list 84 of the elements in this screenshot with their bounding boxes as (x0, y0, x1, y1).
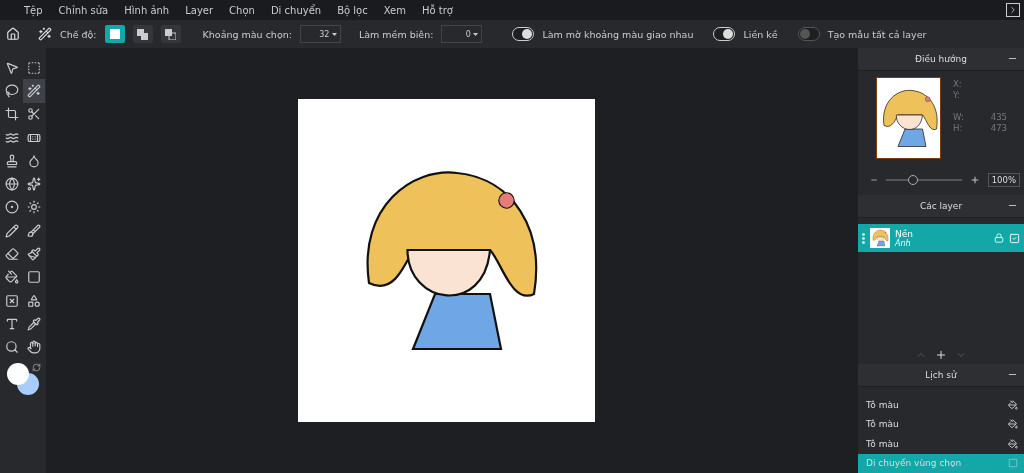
toggle-label: Liền kề (743, 28, 778, 40)
zoom-field[interactable]: 100% (987, 173, 1020, 187)
toggle-label: Tạo mẫu tất cả layer (827, 28, 927, 40)
caret-icon (331, 32, 337, 36)
menu-item[interactable]: Bộ lọc (329, 4, 376, 16)
foreground-color-swatch[interactable] (7, 362, 29, 385)
subtract-squares-icon (165, 28, 177, 40)
layer-type: Ảnh (895, 238, 912, 248)
dashed-square-icon (1008, 458, 1018, 469)
layer-name: Nền (895, 228, 914, 239)
crossed-square-icon (5, 293, 19, 308)
eraser-icon (5, 247, 19, 261)
panel-title: Điều hướng (915, 54, 967, 64)
menu-item[interactable]: Tệp (16, 4, 51, 16)
mode-button[interactable] (132, 25, 153, 43)
sun-icon (27, 200, 41, 215)
history-item[interactable]: Tô màu (858, 434, 1024, 454)
tolerance-dropdown[interactable]: 32 (299, 25, 341, 43)
paint-bucket-icon (1008, 419, 1018, 430)
height-value: 473 (989, 123, 1007, 134)
panel-title: Lịch sử (925, 370, 957, 380)
pencil-icon (5, 223, 19, 238)
layer-thumbnail (870, 228, 890, 248)
droplet-icon (27, 153, 41, 168)
search-icon (5, 340, 19, 355)
paint-bucket-icon (1008, 438, 1018, 449)
menu-item[interactable]: Hình ảnh (116, 4, 178, 16)
toggle-switch[interactable] (797, 27, 820, 41)
shapes-icon (27, 293, 41, 308)
magic-wand-icon (38, 27, 52, 41)
pointer-icon (5, 60, 19, 75)
chevron-right-icon (1008, 5, 1018, 15)
slider-thumb[interactable] (908, 175, 919, 185)
mode-label: Chế độ: (60, 28, 97, 40)
home-icon[interactable] (6, 27, 20, 41)
drag-handle-icon[interactable] (862, 232, 865, 244)
lasso-icon (5, 83, 19, 98)
circle-dot-icon (5, 200, 19, 215)
collapse-button[interactable] (1006, 3, 1020, 17)
mode-button[interactable] (104, 25, 125, 43)
magic-wand-icon (27, 83, 41, 98)
menu-item[interactable]: Hỗ trợ (414, 4, 461, 16)
y-label: Y: (953, 90, 961, 101)
waves-icon (5, 130, 19, 145)
toggle-label: Làm mờ khoảng màu giao nhau (542, 28, 694, 40)
feather-dropdown[interactable]: 0 (441, 25, 483, 43)
caret-icon (473, 32, 479, 36)
square-icon (109, 29, 120, 39)
menu-item[interactable]: Xem (375, 4, 414, 16)
width-label: W: (953, 112, 965, 123)
paint-bucket-icon (5, 270, 19, 285)
paint-bucket-icon (1008, 399, 1018, 410)
stamp-icon (5, 153, 19, 168)
square-icon (27, 270, 41, 285)
menu-item[interactable]: Di chuyển (262, 4, 330, 16)
brush-icon (27, 223, 41, 238)
zoom-out-icon[interactable] (870, 176, 878, 184)
history-item[interactable]: Tô màu (858, 414, 1024, 434)
pipette-icon (27, 316, 41, 331)
panel-title: Các layer (919, 201, 963, 211)
zoom-in-icon[interactable] (969, 175, 980, 185)
visibility-checkbox[interactable] (1009, 232, 1020, 244)
width-value: 435 (989, 112, 1007, 123)
globe-icon (5, 177, 19, 192)
sparkles-icon (27, 177, 41, 192)
height-label: H: (953, 123, 964, 134)
hand-icon (27, 340, 41, 355)
menu-item[interactable]: Chỉnh sửa (50, 4, 117, 16)
tool-button[interactable] (23, 79, 45, 103)
add-layer-icon[interactable] (935, 349, 947, 361)
feather-label: Làm mềm biên: (358, 28, 434, 40)
scissors-icon (27, 107, 41, 122)
text-icon (5, 316, 19, 331)
swap-icon[interactable] (32, 362, 41, 372)
dashed-square-icon (27, 60, 41, 75)
crop-icon (5, 107, 19, 122)
x-label: X: (953, 79, 963, 90)
history-item[interactable]: Tô màu (858, 395, 1024, 415)
menu-item[interactable]: Chọn (221, 4, 263, 16)
stacked-squares-icon (137, 28, 149, 40)
paintbrush-icon (27, 247, 41, 261)
menu-item[interactable]: Layer (177, 4, 222, 16)
mode-button[interactable] (160, 25, 181, 43)
tolerance-label: Khoảng màu chọn: (202, 28, 292, 40)
